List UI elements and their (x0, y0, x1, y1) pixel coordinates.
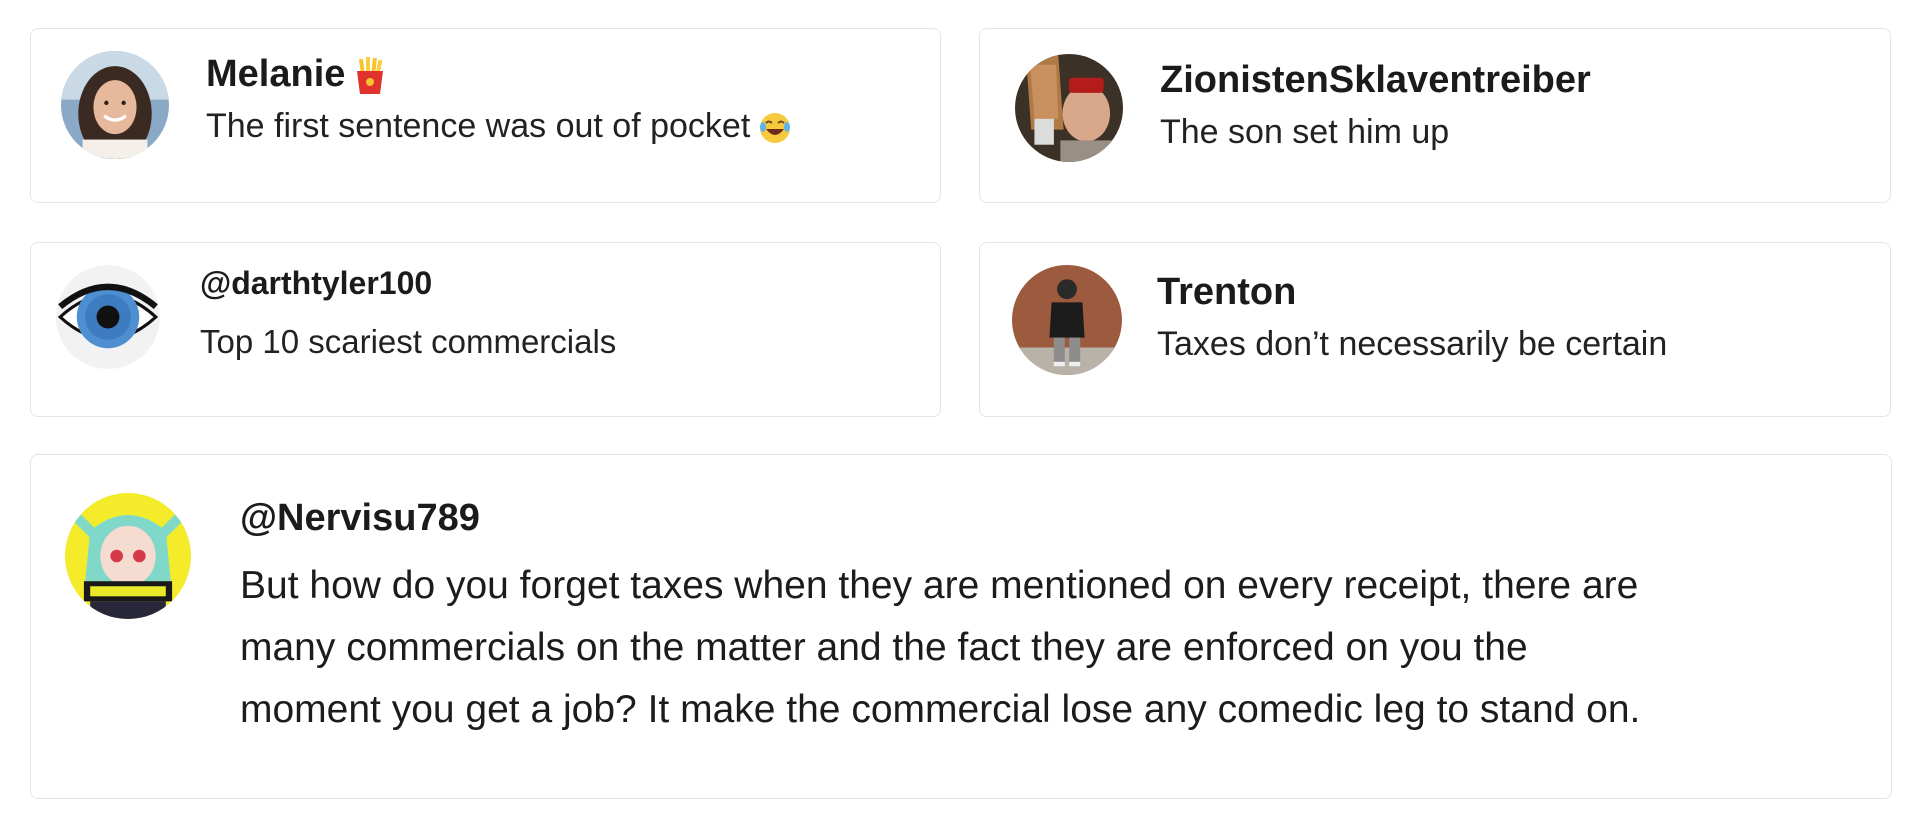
username-text: Melanie (206, 53, 346, 95)
comment-text-line: moment you get a job? It make the commer… (240, 688, 1641, 731)
comment-text: Top 10 scariest commercials (200, 323, 617, 360)
comment-text-content: The first sentence was out of pocket (206, 107, 751, 145)
fries-emoji-icon (353, 56, 387, 95)
username[interactable]: @darthtyler100 (200, 265, 432, 302)
avatar-image (1015, 54, 1123, 162)
avatar[interactable] (56, 265, 160, 369)
avatar-image (1012, 265, 1122, 375)
comment-card: @Nervisu789 But how do you forget taxes … (30, 454, 1892, 799)
laughing-tears-emoji-icon (758, 111, 792, 145)
comment-text-line: many commercials on the matter and the f… (240, 626, 1528, 669)
comment-text: But how do you forget taxes when they ar… (240, 555, 1860, 741)
avatar[interactable] (61, 51, 169, 159)
comment-card: ZionistenSklaventreiber The son set him … (979, 28, 1891, 203)
comment-text: The first sentence was out of pocket (206, 107, 792, 146)
avatar[interactable] (1015, 54, 1123, 162)
avatar[interactable] (1012, 265, 1122, 375)
avatar[interactable] (65, 493, 191, 619)
comment-text-line: But how do you forget taxes when they ar… (240, 564, 1639, 607)
username[interactable]: Melanie (206, 53, 387, 96)
eye-avatar-image (56, 265, 160, 369)
comment-card: Trenton Taxes don’t necessarily be certa… (979, 242, 1891, 417)
comment-card: @darthtyler100 Top 10 scariest commercia… (30, 242, 941, 417)
avatar-image (61, 51, 169, 159)
username[interactable]: @Nervisu789 (240, 497, 480, 540)
username[interactable]: ZionistenSklaventreiber (1160, 59, 1591, 102)
comment-text: The son set him up (1160, 113, 1450, 151)
anime-avatar-image (65, 493, 191, 619)
comment-text: Taxes don’t necessarily be certain (1157, 325, 1668, 363)
comment-card: Melanie The first sentence was out of po… (30, 28, 941, 203)
username[interactable]: Trenton (1157, 271, 1296, 314)
